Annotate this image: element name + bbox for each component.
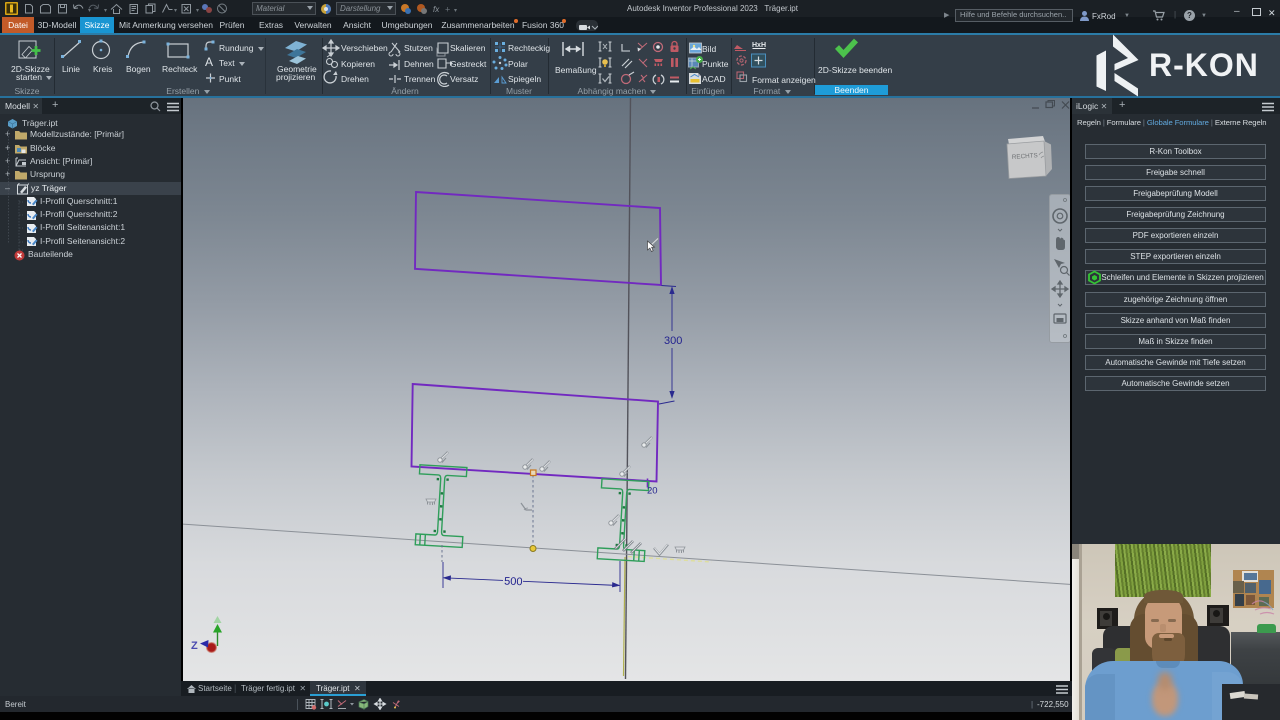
svg-text:A: A: [205, 55, 213, 69]
svg-text:Z: Z: [191, 640, 198, 652]
svg-text:500: 500: [504, 576, 523, 589]
svg-text:▾: ▾: [174, 8, 177, 14]
svg-text:20: 20: [647, 486, 658, 497]
svg-text:HxH: HxH: [752, 42, 766, 49]
svg-text:▾: ▾: [454, 8, 457, 14]
svg-text:+: +: [445, 5, 450, 15]
svg-text:300: 300: [664, 335, 682, 347]
svg-text:▾: ▾: [104, 8, 107, 14]
svg-text:▾: ▾: [196, 8, 199, 14]
svg-text:▾: ▾: [88, 8, 91, 14]
svg-text:fx: fx: [433, 5, 440, 14]
